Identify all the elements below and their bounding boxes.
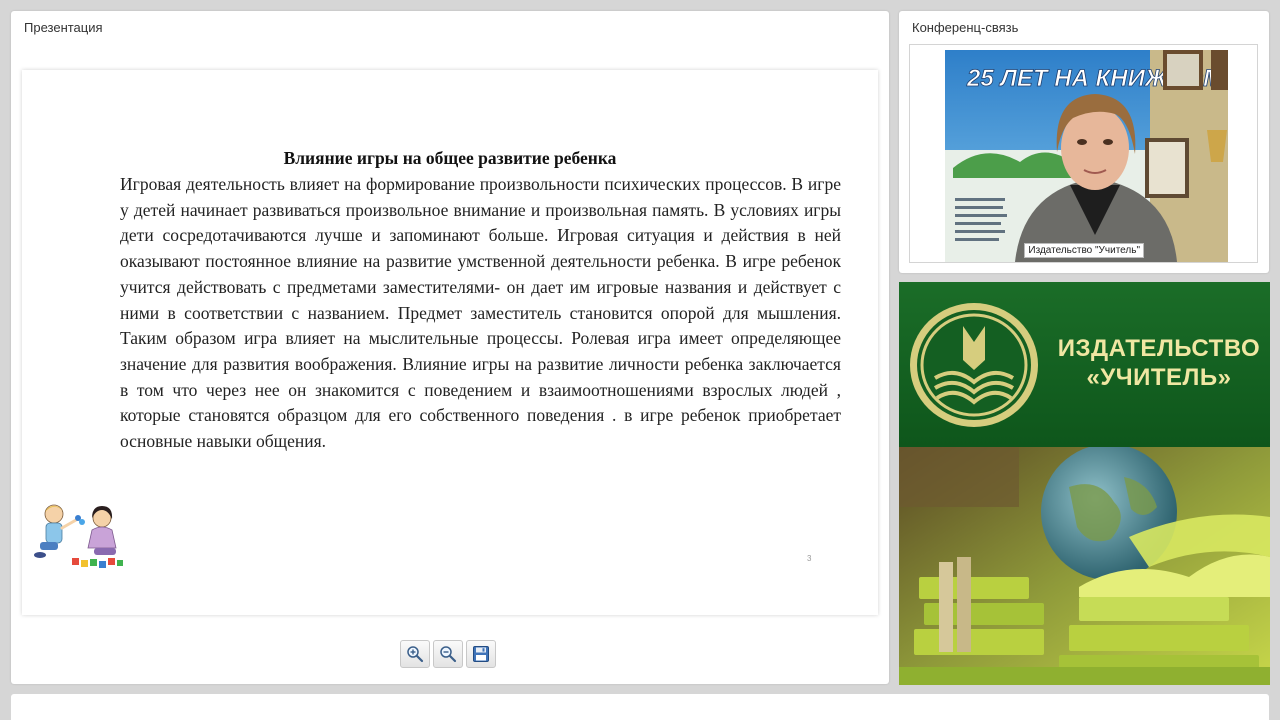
presentation-toolbar (400, 640, 496, 668)
promo-books-image (899, 444, 1270, 685)
save-button[interactable] (466, 640, 496, 668)
promo-header: ИЗДАТЕЛЬСТВО «УЧИТЕЛЬ» (899, 282, 1270, 447)
zoom-in-icon (407, 646, 424, 663)
floppy-disk-icon (473, 646, 489, 662)
books-globe-illustration (899, 444, 1270, 685)
publisher-logo-icon (910, 303, 1038, 427)
publisher-name: ИЗДАТЕЛЬСТВО «УЧИТЕЛЬ» (1057, 334, 1261, 392)
zoom-out-button[interactable] (433, 640, 463, 668)
publisher-name-line1: ИЗДАТЕЛЬСТВО (1057, 335, 1261, 362)
video-frame[interactable]: 25 ЛЕТ НА КНИЖНОМ Издательство "Учитель" (909, 44, 1258, 263)
slide: Влияние игры на общее развитие ребенка И… (22, 70, 878, 615)
presenter-video-image: 25 ЛЕТ НА КНИЖНОМ (945, 50, 1228, 262)
presentation-panel: Презентация Влияние игры на общее развит… (11, 11, 889, 684)
publisher-name-line2: «УЧИТЕЛЬ» (1086, 364, 1232, 391)
slide-body-text: Игровая деятельность влияет на формирова… (120, 174, 841, 452)
conference-panel: Конференц-связь 25 ЛЕТ НА КНИЖНОМ Издате… (899, 11, 1269, 273)
video-participant-label: Издательство "Учитель" (1024, 243, 1144, 258)
zoom-in-button[interactable] (400, 640, 430, 668)
presentation-panel-title: Презентация (24, 20, 103, 35)
slide-heading: Влияние игры на общее развитие ребенка (283, 148, 617, 168)
slide-page-number: 3 (807, 554, 812, 563)
webcam-video: 25 ЛЕТ НА КНИЖНОМ Издательство "Учитель" (945, 50, 1228, 262)
conference-panel-title: Конференц-связь (912, 20, 1019, 35)
bottom-panel (11, 694, 1269, 720)
children-playing-illustration (34, 504, 123, 568)
publisher-promo: ИЗДАТЕЛЬСТВО «УЧИТЕЛЬ» (899, 282, 1270, 685)
zoom-out-icon (440, 646, 457, 663)
